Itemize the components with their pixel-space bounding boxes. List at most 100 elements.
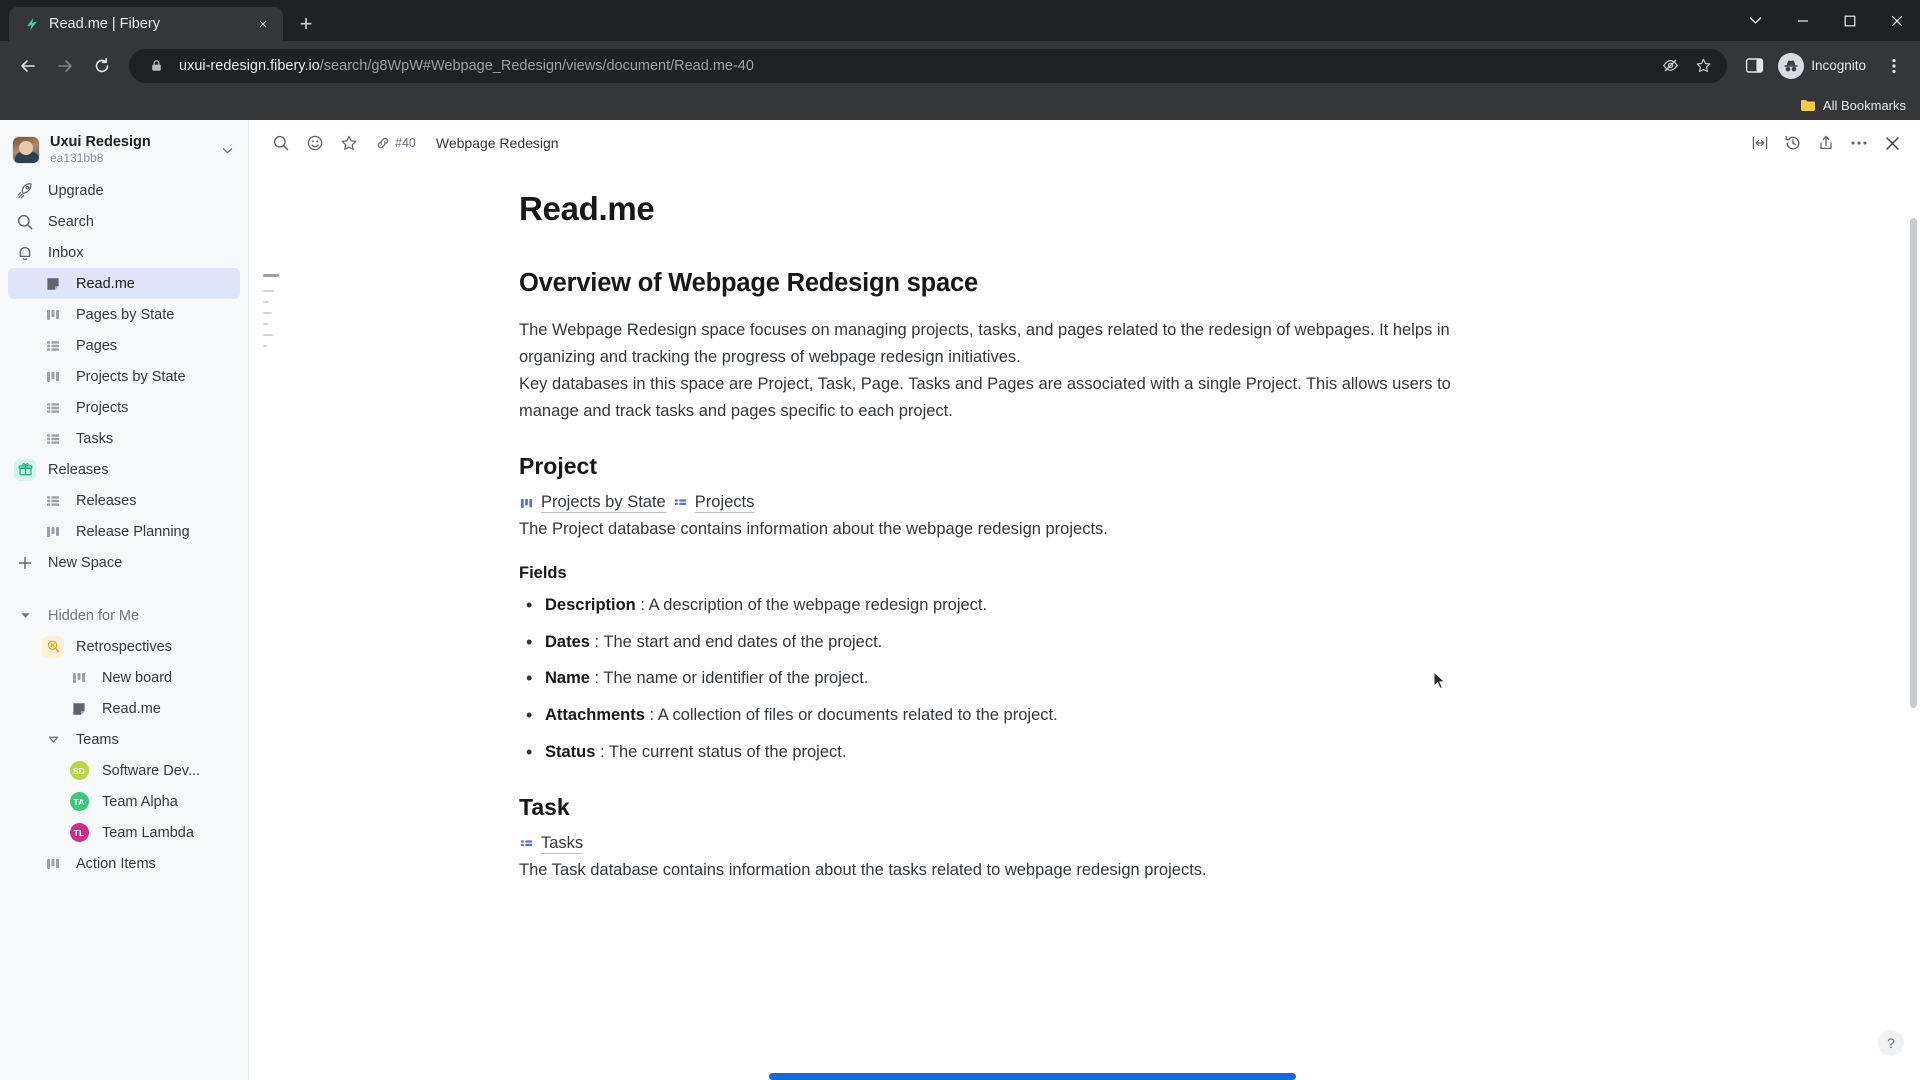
team-avatar: TA [68,792,90,811]
help-button[interactable]: ? [1878,1030,1904,1056]
side-panel-icon[interactable] [1737,49,1771,83]
link-tasks[interactable]: Tasks [519,834,584,855]
grid-icon [519,837,534,852]
sidebar-item-inbox[interactable]: Inbox [8,237,240,268]
sidebar-item-retro-readme[interactable]: Read.me [8,693,240,724]
scrollbar-thumb[interactable] [769,1073,1296,1080]
browser-tab[interactable]: Read.me | Fibery × [9,7,283,41]
sidebar-item-label: Projects [76,399,129,416]
share-icon[interactable] [1812,129,1840,157]
scrollbar-thumb[interactable] [1910,218,1917,708]
workspace-id: ea131bb8 [50,151,104,166]
sidebar-item-new-space[interactable]: New Space [8,547,240,578]
sidebar-item-projects[interactable]: Projects [8,392,240,423]
sidebar-item-label: Read.me [102,700,161,717]
sidebar-item-projects-by-state[interactable]: Projects by State [8,361,240,392]
field-sep: : [644,706,658,725]
task-heading: Task [519,794,570,821]
document-toolbar-actions [1746,129,1906,157]
sidebar-section-teams[interactable]: Teams [8,724,240,755]
page-title[interactable]: Read.me [519,188,1479,229]
profile-incognito-chip[interactable]: Incognito [1774,50,1876,82]
sidebar-item-search[interactable]: Search [8,206,240,237]
sidebar-item-retrospectives[interactable]: Retrospectives [8,631,240,662]
horizontal-scrollbar[interactable] [509,1073,1906,1080]
minimize-button[interactable] [1779,0,1826,41]
sidebar-item-pages[interactable]: Pages [8,330,240,361]
document-icon [42,276,64,292]
link-label: Projects [694,493,755,514]
task-db-links: Tasks [519,834,1479,855]
back-button[interactable] [11,49,45,83]
sidebar-item-team-lambda[interactable]: TL Team Lambda [8,817,240,848]
address-bar[interactable]: uxui-redesign.fibery.io/search/g8WpW#Web… [129,48,1728,83]
eye-slash-icon[interactable] [1658,54,1682,78]
sidebar-item-label: New board [102,669,173,686]
browser-toolbar: uxui-redesign.fibery.io/search/g8WpW#Web… [0,41,1920,90]
avatar [12,136,40,164]
retro-icon [42,635,64,658]
tab-search-icon[interactable] [1732,0,1779,41]
overview-heading: Overview of Webpage Redesign space [519,269,978,298]
maximize-button[interactable] [1826,0,1873,41]
breadcrumb[interactable]: Webpage Redesign [436,135,559,151]
plus-icon [14,555,36,571]
sidebar-item-label: Team Lambda [102,824,194,841]
sidebar-item-new-board[interactable]: New board [8,662,240,693]
vertical-scrollbar[interactable] [1910,218,1917,1044]
sidebar-item-label: Pages [76,337,118,354]
sidebar-item-upgrade[interactable]: Upgrade [8,175,240,206]
outline-line [263,323,268,325]
document-icon [68,701,90,717]
field-sep: : [635,595,649,614]
sidebar-item-team-software-dev[interactable]: SD Software Dev... [8,755,240,786]
chevron-down-icon[interactable] [221,144,236,157]
outline-minimap[interactable] [249,274,519,347]
outline-line [263,334,273,336]
close-icon[interactable] [1878,129,1906,157]
sidebar-item-releases[interactable]: Releases [8,485,240,516]
workspace-name: Uxui Redesign [50,133,151,150]
link-projects[interactable]: Projects [673,493,755,514]
board-icon [68,670,90,686]
sidebar-item-team-alpha[interactable]: TA Team Alpha [8,786,240,817]
star-icon[interactable] [1691,54,1715,78]
close-icon[interactable]: × [253,14,273,34]
grid-icon [42,400,64,416]
sidebar-item-action-items[interactable]: Action Items [8,848,240,879]
entity-id-chip[interactable]: #40 [369,134,423,152]
board-icon [42,369,64,385]
team-initials: TL [69,823,89,842]
forward-button[interactable] [48,49,82,83]
emoji-icon[interactable] [301,129,329,157]
sidebar-item-release-planning[interactable]: Release Planning [8,516,240,547]
sidebar-section-hidden-for-me[interactable]: Hidden for Me [8,600,240,631]
outline-line [263,274,279,277]
board-icon [42,307,64,323]
history-icon[interactable] [1779,129,1807,157]
star-icon[interactable] [335,129,363,157]
sidebar-item-label: Inbox [48,244,84,261]
sidebar-item-label: Release Planning [76,523,190,540]
sidebar-item-releases-space[interactable]: Releases [8,454,240,485]
caret-collapsed-icon[interactable] [42,733,64,746]
omnibox-actions [1658,54,1715,78]
link-projects-by-state[interactable]: Projects by State [519,493,666,514]
sidebar-item-tasks[interactable]: Tasks [8,423,240,454]
new-tab-button[interactable]: + [289,7,323,41]
search-icon[interactable] [267,129,295,157]
all-bookmarks-button[interactable]: All Bookmarks [1800,98,1906,113]
reload-button[interactable] [85,49,119,83]
sidebar-item-pages-by-state[interactable]: Pages by State [8,299,240,330]
workspace-switcher[interactable]: Uxui Redesign ea131bb8 [0,127,248,173]
more-horizontal-icon[interactable] [1845,129,1873,157]
profile-label: Incognito [1811,58,1866,73]
caret-down-icon[interactable] [14,609,36,622]
window-close-button[interactable] [1873,0,1920,41]
sidebar-item-readme[interactable]: Read.me [8,268,240,299]
browser-window: Read.me | Fibery × + uxui-redesign.fiber… [0,0,1920,1080]
bookmarks-bar: All Bookmarks [0,90,1920,120]
sidebar-item-label: Retrospectives [76,638,172,655]
full-width-icon[interactable] [1746,129,1774,157]
kebab-menu-icon[interactable] [1879,49,1909,83]
